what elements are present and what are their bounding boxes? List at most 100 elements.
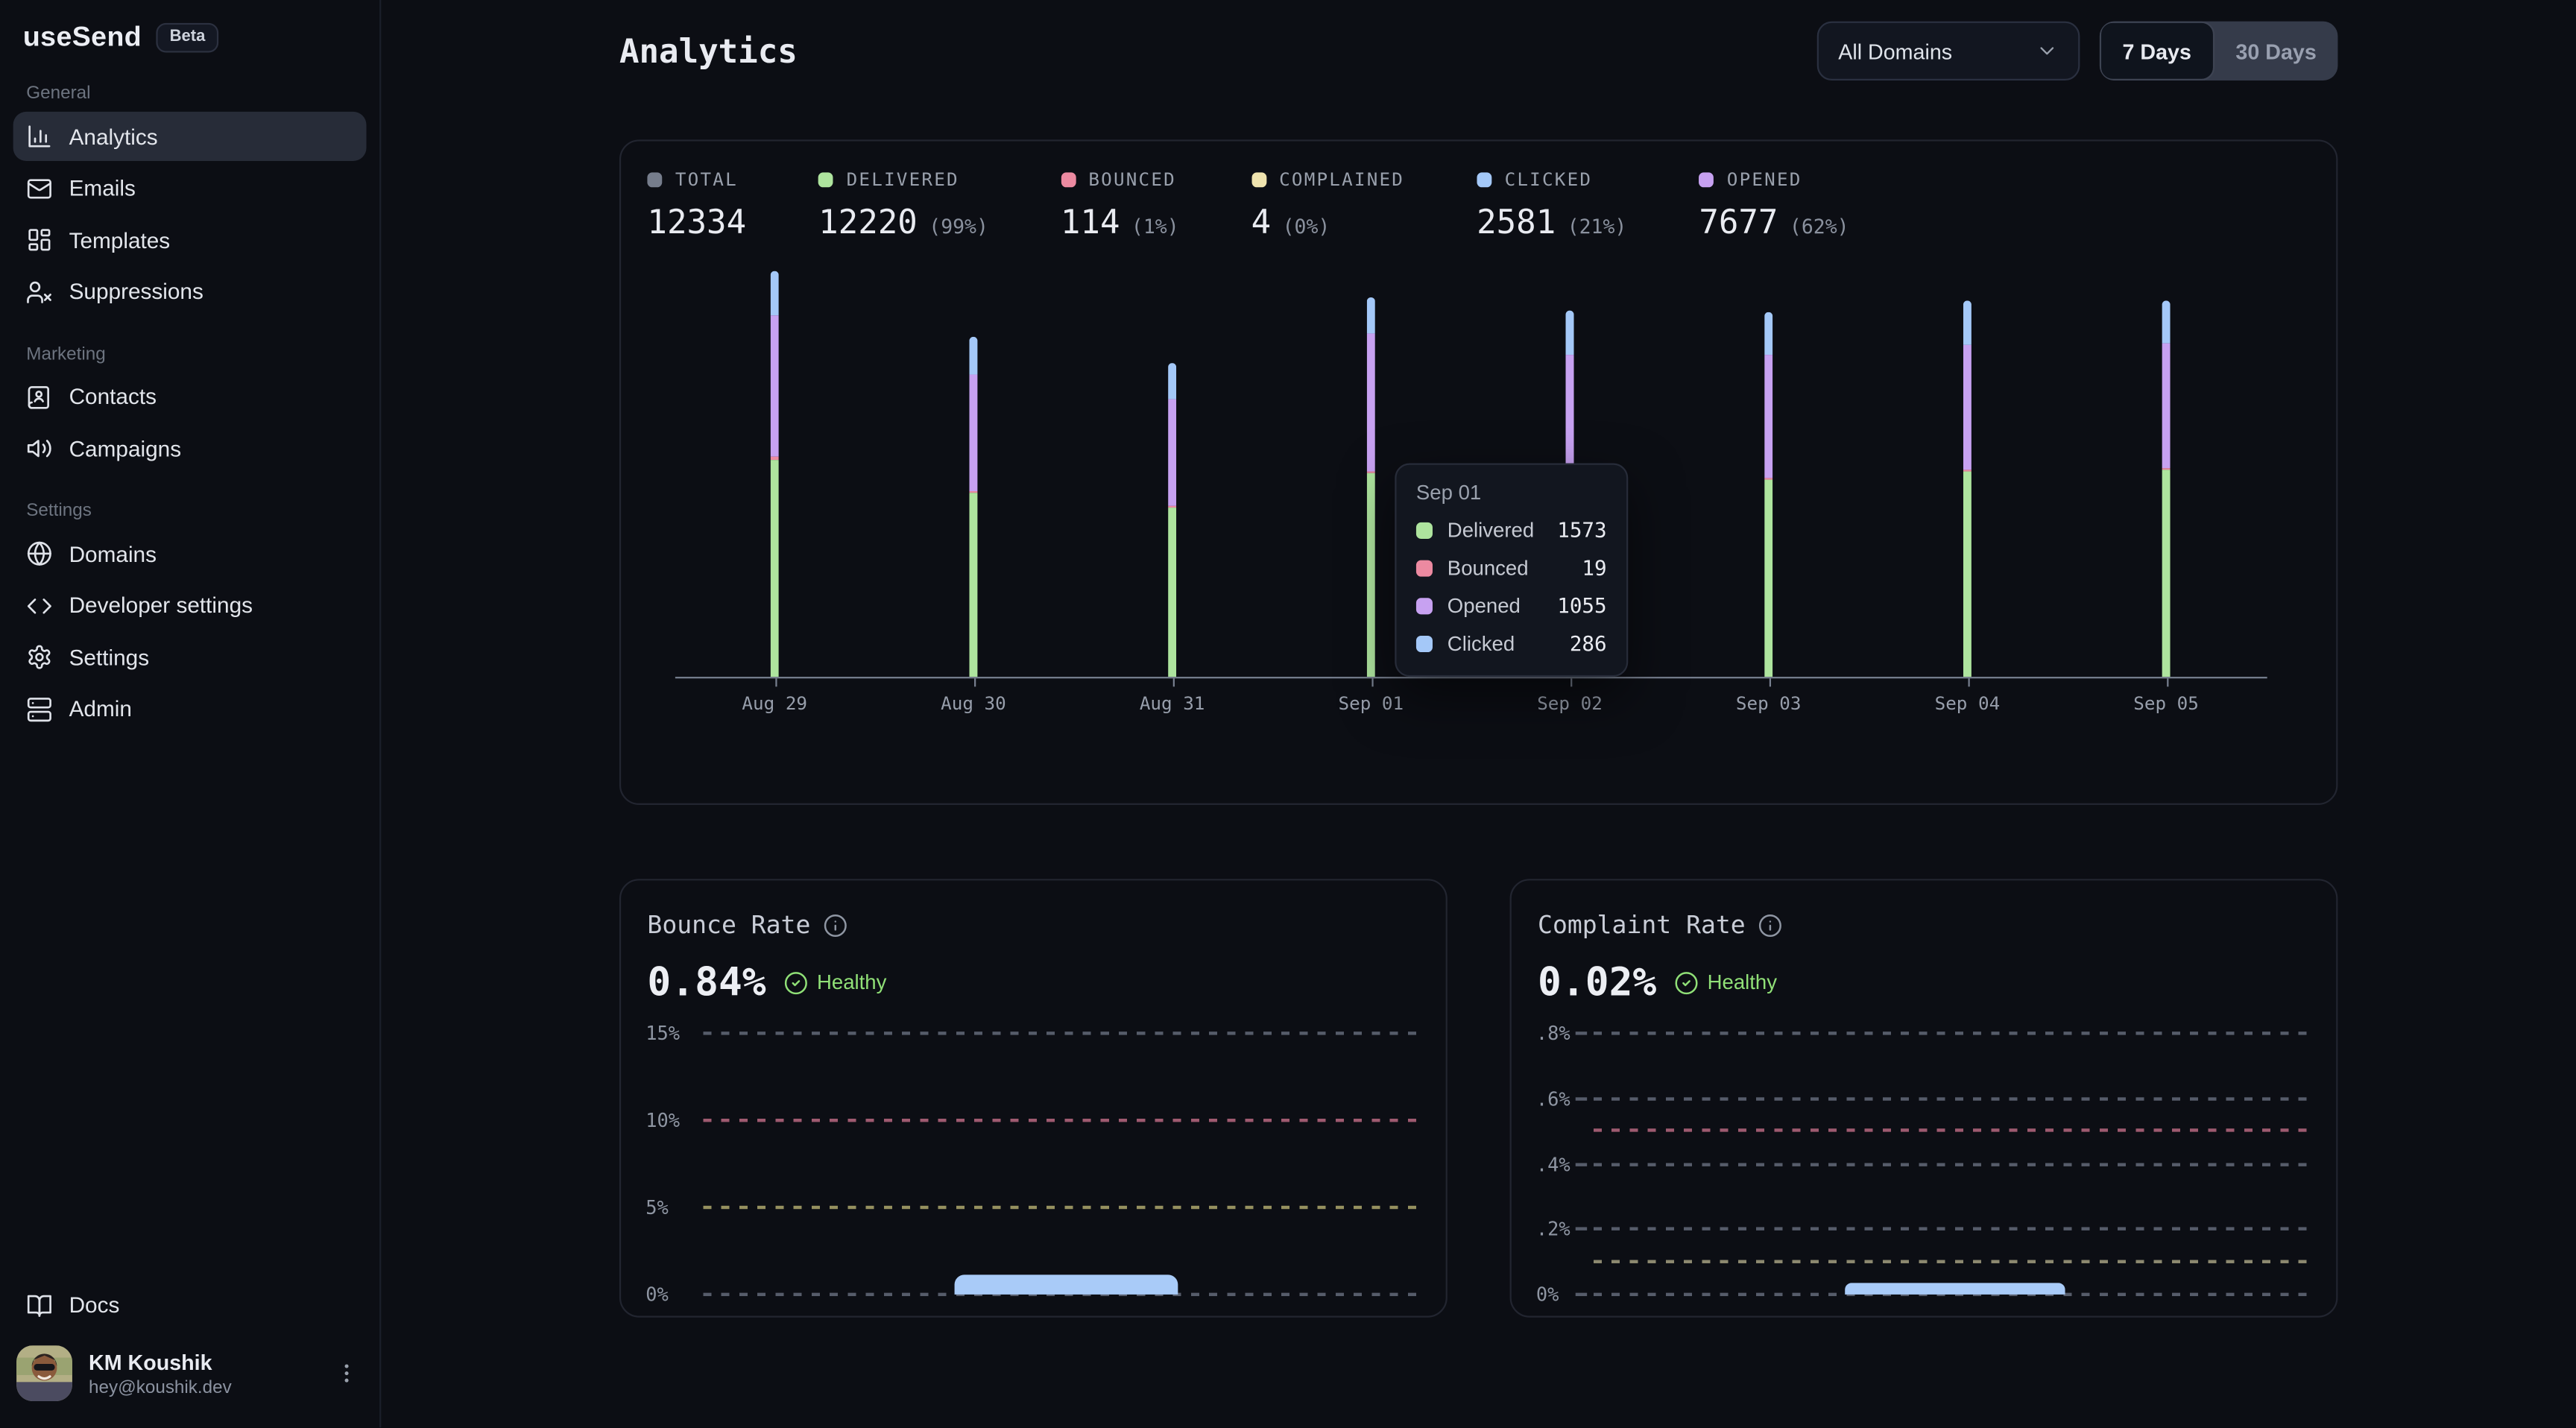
check-circle-icon [784, 970, 809, 995]
bar-segment-opened [1963, 345, 1972, 470]
sidebar-item-templates[interactable]: Templates [13, 215, 367, 265]
user-menu[interactable]: KM Koushik hey@koushik.dev [0, 1333, 379, 1415]
sidebar-item-campaigns[interactable]: Campaigns [13, 424, 367, 473]
sidebar-item-domains[interactable]: Domains [13, 529, 367, 578]
stat-complained: COMPLAINED4(0%) [1251, 169, 1404, 241]
stat-delivered: DELIVERED12220(99%) [818, 169, 988, 241]
volume-bar-aug-31[interactable] [1168, 363, 1176, 677]
bar-segment-opened [1764, 356, 1772, 478]
user-name: KM Koushik [89, 1350, 232, 1374]
sidebar-item-contacts[interactable]: Contacts [13, 372, 367, 421]
volume-bar-aug-29[interactable] [771, 271, 779, 677]
server-icon [26, 695, 52, 721]
gridline-15- [703, 1031, 1419, 1034]
complaint-rate-series-area[interactable] [1846, 1283, 2065, 1294]
bar-chart-icon [26, 123, 52, 149]
x-axis-label: Sep 02 [1537, 693, 1603, 715]
tooltip-row-opened: Opened1055 [1416, 593, 1607, 618]
stat-label: BOUNCED [1088, 169, 1176, 191]
bounce-rate-title-row: Bounce Rate [647, 910, 1445, 940]
gridline-10- [703, 1119, 1419, 1122]
kebab-menu-icon[interactable] [333, 1360, 359, 1386]
layout-icon [26, 227, 52, 253]
bar-segment-delivered [771, 459, 779, 677]
sidebar-item-analytics[interactable]: Analytics [13, 112, 367, 161]
bounce-rate-series-area[interactable] [955, 1274, 1178, 1294]
sidebar-item-label: Docs [69, 1293, 120, 1318]
status-label: Healthy [817, 971, 886, 994]
bar-segment-clicked [1566, 310, 1574, 355]
stat-percentage: (0%) [1283, 215, 1330, 238]
stat-label: TOTAL [675, 169, 738, 191]
y-axis-tick [1576, 1293, 1587, 1296]
status-badge: Healthy [784, 970, 887, 995]
y-axis-tick [1576, 1031, 1587, 1034]
stat-label: DELIVERED [847, 169, 959, 191]
user-x-icon [26, 279, 52, 305]
stat-opened: OPENED7677(62%) [1699, 169, 1849, 241]
stat-label: OPENED [1727, 169, 1802, 191]
complaint-rate-plot: .8%.6%.4%.2%0% [1512, 1019, 2336, 1290]
sidebar-item-suppressions[interactable]: Suppressions [13, 267, 367, 316]
gridline--4- [1594, 1162, 2310, 1165]
bounce-rate-value-row: 0.84% Healthy [647, 959, 1445, 1005]
main-content: Analytics All Domains 7 Days 30 Days TOT… [381, 0, 2576, 1427]
stat-color-dot [1477, 172, 1491, 187]
sidebar-item-developer-settings[interactable]: Developer settings [13, 581, 367, 630]
stat-value: 12334 [647, 202, 746, 241]
sidebar-item-label: Campaigns [69, 436, 182, 461]
x-axis-tick [1371, 678, 1372, 686]
tooltip-date: Sep 01 [1416, 481, 1607, 505]
sidebar-section-label: Marketing [26, 344, 353, 364]
y-axis-label: 0% [1536, 1283, 1559, 1306]
sidebar-item-docs[interactable]: Docs [13, 1280, 367, 1330]
range-option-30-days[interactable]: 30 Days [2214, 22, 2338, 80]
info-icon[interactable] [824, 912, 848, 937]
bounce-rate-plot: 15%10%5%0% [621, 1019, 1445, 1290]
gridline-5- [703, 1206, 1419, 1209]
book-open-icon [26, 1292, 52, 1318]
volume-bar-sep-05[interactable] [2162, 300, 2171, 677]
rate-cards-row: Bounce Rate 0.84% Healthy 15%10%5%0% [619, 879, 2337, 1317]
stat-color-dot [1061, 172, 1076, 187]
info-icon[interactable] [1758, 912, 1783, 937]
sidebar-item-emails[interactable]: Emails [13, 163, 367, 212]
tooltip-series-value: 19 [1582, 555, 1606, 580]
volume-bar-sep-04[interactable] [1963, 300, 1972, 677]
chart-tooltip: Sep 01 Delivered1573Bounced19Opened1055C… [1395, 464, 1628, 677]
sidebar-item-admin[interactable]: Admin [13, 684, 367, 733]
stat-color-dot [1699, 172, 1714, 187]
globe-icon [26, 540, 52, 566]
gridline-warm-threshold [1594, 1260, 2310, 1263]
tooltip-series-value: 1055 [1557, 593, 1606, 618]
bar-segment-delivered [1764, 479, 1772, 677]
sidebar-item-label: Contacts [69, 385, 157, 409]
sidebar-item-settings[interactable]: Settings [13, 633, 367, 682]
sidebar-item-label: Domains [69, 541, 157, 566]
domain-filter-select[interactable]: All Domains [1817, 22, 2080, 80]
card-title: Complaint Rate [1538, 910, 1746, 940]
bar-segment-delivered [1367, 473, 1375, 677]
mail-icon [26, 175, 52, 201]
complaint-rate-value-row: 0.02% Healthy [1538, 959, 2336, 1005]
volume-bar-sep-01[interactable] [1367, 297, 1375, 677]
user-email: hey@koushik.dev [89, 1377, 232, 1397]
stat-total: TOTAL 12334 [647, 169, 746, 241]
bar-segment-clicked [2162, 300, 2171, 344]
volume-bar-sep-03[interactable] [1764, 312, 1772, 677]
x-axis-tick [774, 678, 776, 686]
bar-segment-delivered [969, 493, 977, 677]
sidebar-item-label: Developer settings [69, 593, 253, 618]
y-axis-tick [1576, 1097, 1587, 1100]
volume-bar-aug-30[interactable] [969, 336, 977, 677]
stat-color-dot [818, 172, 833, 187]
bar-segment-delivered [1963, 471, 1972, 677]
y-axis-label: .6% [1536, 1087, 1570, 1111]
complaint-rate-card: Complaint Rate 0.02% Healthy .8%.6%.4%.2… [1510, 879, 2338, 1317]
range-option-7-days[interactable]: 7 Days [2100, 22, 2214, 80]
stat-percentage: (62%) [1790, 215, 1849, 238]
gridline--8- [1594, 1031, 2310, 1034]
stat-value: 114 [1061, 202, 1120, 241]
stat-percentage: (1%) [1131, 215, 1179, 238]
avatar [16, 1345, 72, 1401]
